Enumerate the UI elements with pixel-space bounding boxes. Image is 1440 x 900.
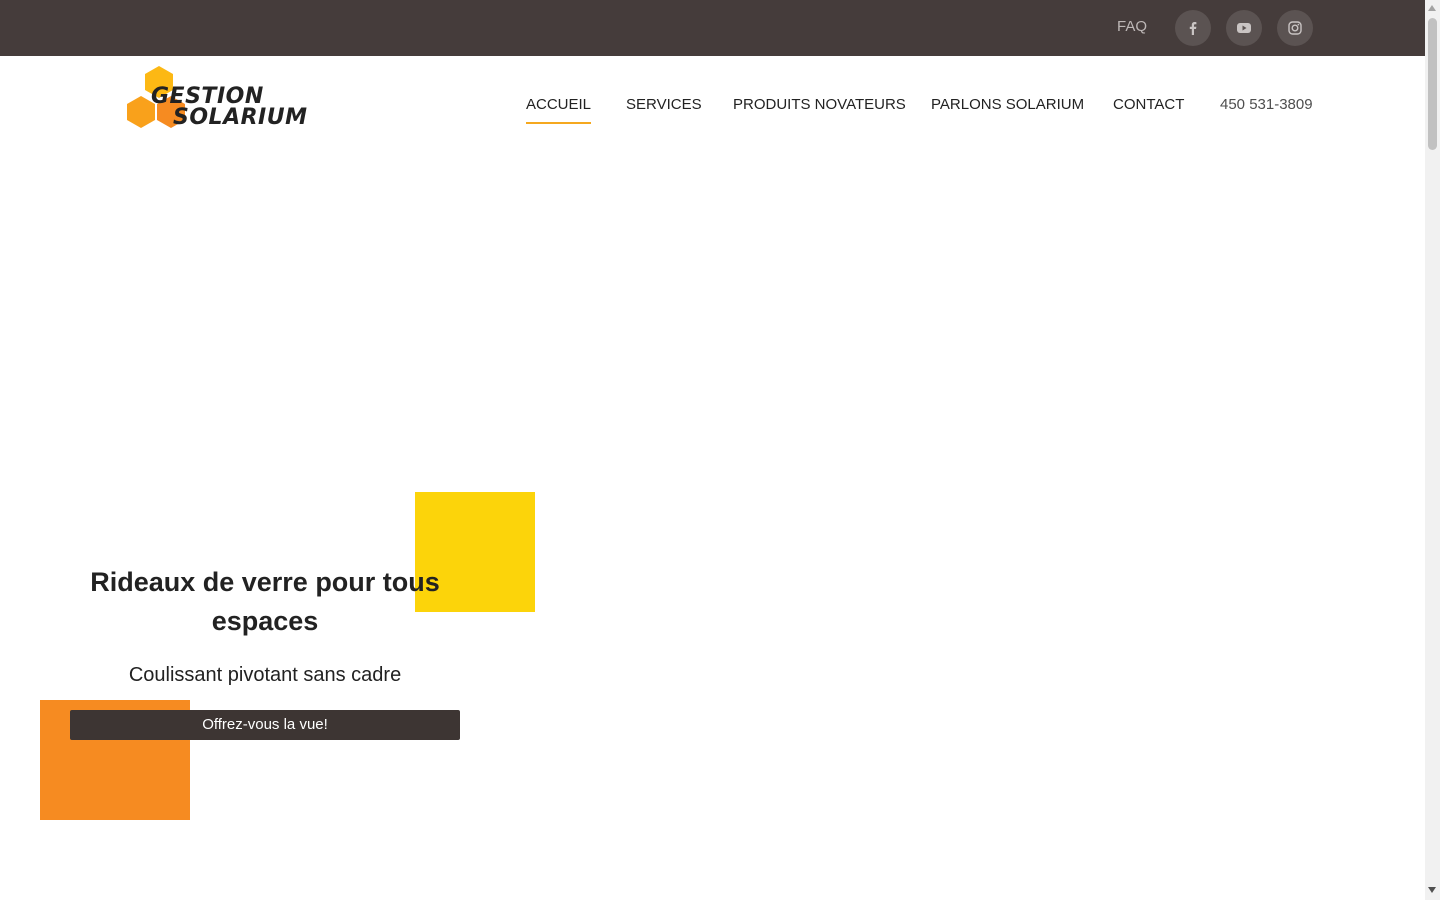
page-scrollbar[interactable] — [1425, 0, 1440, 900]
top-bar: FAQ — [0, 0, 1425, 56]
logo[interactable]: GESTION SOLARIUM — [123, 66, 313, 136]
hero-title: Rideaux de verre pour tous espaces — [90, 567, 440, 636]
youtube-button[interactable] — [1226, 10, 1262, 46]
instagram-icon — [1288, 21, 1302, 35]
instagram-button[interactable] — [1277, 10, 1313, 46]
youtube-icon — [1237, 23, 1251, 33]
logo-text-line2: SOLARIUM — [173, 105, 308, 130]
hero-subtitle: Coulissant pivotant sans cadre — [128, 664, 402, 686]
scroll-thumb[interactable] — [1428, 18, 1437, 150]
facebook-button[interactable] — [1175, 10, 1211, 46]
cta-button[interactable]: Offrez-vous la vue! — [70, 710, 460, 740]
phone-link[interactable]: 450 531-3809 — [1220, 96, 1313, 114]
nav-item-services[interactable]: SERVICES — [626, 96, 702, 114]
nav-item-produits-novateurs[interactable]: PRODUITS NOVATEURS — [733, 96, 906, 114]
site-header: GESTION SOLARIUM ACCUEIL SERVICES PRODUI… — [0, 56, 1425, 156]
facebook-icon — [1189, 22, 1197, 35]
nav-item-parlons-solarium[interactable]: PARLONS SOLARIUM — [931, 96, 1084, 114]
scroll-up-arrow-icon[interactable] — [1428, 5, 1436, 11]
nav-item-contact[interactable]: CONTACT — [1113, 96, 1184, 114]
scroll-down-arrow-icon[interactable] — [1428, 887, 1436, 893]
nav-item-accueil[interactable]: ACCUEIL — [526, 96, 592, 124]
faq-link[interactable]: FAQ — [1117, 18, 1147, 36]
